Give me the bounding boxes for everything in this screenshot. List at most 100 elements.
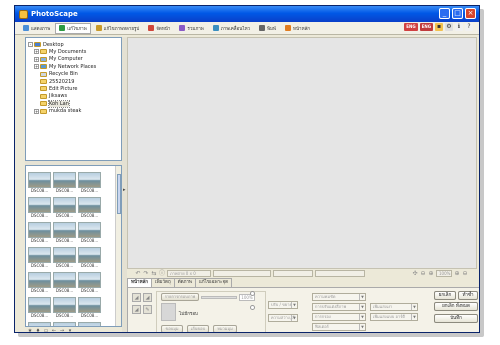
tab-6[interactable]: พิมพ์: [255, 23, 280, 34]
tab-7[interactable]: หน้าหลัก: [281, 23, 314, 34]
thumbnail[interactable]: DSC08...: [28, 172, 51, 193]
thumbnail[interactable]: DSC08...: [53, 272, 76, 293]
image-canvas[interactable]: [127, 37, 477, 269]
sharpen-select[interactable]: ความคมชัด ▼: [312, 293, 366, 301]
lang-badge-2[interactable]: ENG: [419, 23, 433, 31]
brightness-select[interactable]: ความสว่าง, สี ▼: [268, 314, 298, 322]
thumbnail[interactable]: DSC08...: [53, 197, 76, 218]
tree-item[interactable]: Edit Picture: [34, 85, 77, 92]
thumbnail[interactable]: DSC08...: [53, 222, 76, 243]
frame-list-select[interactable]: รายการกรอบภาพ: [161, 293, 199, 301]
tree-item[interactable]: Recycle Bin: [34, 71, 78, 78]
tree-item[interactable]: - Desktop: [28, 41, 64, 48]
folder-icon[interactable]: ▪: [435, 23, 443, 31]
thumbnail[interactable]: DSC08...: [78, 197, 101, 218]
tree-item[interactable]: + mukda steak: [34, 108, 81, 115]
fit-icon[interactable]: ✣: [412, 270, 418, 277]
star-icon[interactable]: ★: [27, 328, 33, 332]
thumbnail[interactable]: DSC08...: [78, 172, 101, 193]
color-adjust-select[interactable]: การปรับแต่งสีภาพ ▼: [312, 303, 366, 311]
zoom-minus-icon[interactable]: ⊖: [462, 270, 468, 277]
tree-item[interactable]: 25520219: [34, 78, 74, 85]
info-icon[interactable]: ℹ: [455, 23, 463, 31]
undo-button[interactable]: ยกเลิก: [434, 291, 456, 300]
round-corner-button[interactable]: หมวมมุม: [213, 325, 237, 332]
pen-icon[interactable]: ◢: [132, 305, 141, 314]
edit-tab-1[interactable]: เพิ่มวัตถุ: [151, 278, 175, 287]
auto-contrast-icon[interactable]: ◢: [143, 293, 152, 302]
tab-1[interactable]: แก้ไขภาพ: [55, 22, 91, 34]
menu-icon[interactable]: ▾: [67, 328, 73, 332]
thumbnail[interactable]: DSC08...: [78, 272, 101, 293]
edit-tab-0[interactable]: หน้าหลัก: [127, 278, 153, 287]
thumbnail[interactable]: DSC08...: [28, 297, 51, 318]
edit-tab-2[interactable]: ตัดภาพ: [173, 278, 196, 287]
zoom-in-icon[interactable]: ⊕: [428, 270, 434, 277]
tab-4[interactable]: รวมภาพ: [175, 23, 207, 34]
collapse-arrow-icon[interactable]: ▸: [123, 187, 126, 193]
thumbnail-panel[interactable]: DSC08... DSC08... DSC08... DSC08... DSC08...…: [25, 165, 122, 327]
lang-badge-1[interactable]: ENG: [404, 23, 418, 31]
thumbnail[interactable]: DSC08...: [28, 272, 51, 293]
tab-3[interactable]: จัดหน้า: [144, 23, 174, 34]
thumbnail[interactable]: DSC08...: [53, 297, 76, 318]
undo-all-button[interactable]: ยกเลิก ทั้งหมด: [434, 302, 478, 311]
zoom-field[interactable]: 100%: [436, 270, 452, 277]
forward-arrow-icon[interactable]: →: [59, 328, 65, 332]
zoom-plus-icon[interactable]: ⊕: [454, 270, 460, 277]
frame-slider[interactable]: [201, 296, 237, 299]
thumbnail[interactable]: DSC08...: [78, 247, 101, 268]
expand-icon[interactable]: +: [34, 64, 39, 70]
shadow-select[interactable]: เพิ่มแสงเงา ▼: [370, 303, 418, 311]
settings-icon[interactable]: ⚙: [445, 23, 453, 31]
folder-open-icon[interactable]: ▭: [43, 328, 49, 332]
brush-icon[interactable]: ✎: [143, 305, 152, 314]
option-radio-1[interactable]: [250, 291, 255, 296]
border-button[interactable]: เส้นขอบ: [187, 325, 209, 332]
option-radio-2[interactable]: [250, 305, 255, 310]
maximize-button[interactable]: □: [452, 8, 463, 19]
tree-item[interactable]: + My Computer: [34, 56, 83, 63]
scroll-thumb[interactable]: [117, 174, 121, 214]
filter-select[interactable]: การกรอง ▼: [312, 313, 366, 321]
help-icon[interactable]: ?: [465, 23, 473, 31]
no-frame-label: ไม่มีกรอบ: [179, 312, 198, 317]
thumbnail[interactable]: DSC08...: [78, 222, 101, 243]
thumbnail[interactable]: DSC08...: [53, 247, 76, 268]
expand-icon[interactable]: +: [34, 108, 39, 114]
tree-item[interactable]: Jiksaws: [34, 93, 67, 100]
light-select[interactable]: เพิ่มแสงแบบ อาร์ตี ▼: [370, 313, 418, 321]
info-circle-icon[interactable]: ⓘ: [159, 270, 165, 277]
resize-select[interactable]: ปรับ / ขยาย ▼: [268, 301, 298, 309]
edit-tab-3[interactable]: แก้ไขเฉพาะจุด: [195, 278, 233, 287]
save-button[interactable]: บันทึก: [434, 314, 478, 323]
effect-select[interactable]: ฟิลเตอร์ ▼: [312, 323, 366, 331]
tab-2[interactable]: แก้ไขภาพหลายรูป: [92, 23, 144, 34]
folder-tree[interactable]: - Desktop + My Documents + My Computer + My Net…: [25, 37, 122, 161]
flip-icon[interactable]: ⇆: [151, 270, 157, 277]
thumbnail-scrollbar[interactable]: [115, 166, 121, 326]
thumbnail[interactable]: DSC08...: [53, 172, 76, 193]
redo-button[interactable]: ทำซ้ำ: [458, 291, 478, 300]
tree-item[interactable]: Koh Lan: [34, 99, 70, 108]
thumbnail[interactable]: DSC08...: [78, 297, 101, 318]
expand-icon[interactable]: +: [34, 49, 39, 55]
expand-icon[interactable]: +: [34, 56, 39, 62]
back-arrow-icon[interactable]: ←: [51, 328, 57, 332]
tab-5[interactable]: ภาพเคลื่อนไหว: [209, 23, 254, 34]
thumbnail[interactable]: DSC08...: [28, 222, 51, 243]
auto-level-icon[interactable]: ◢: [132, 293, 141, 302]
close-button[interactable]: ×: [465, 8, 476, 19]
collapse-icon[interactable]: -: [28, 42, 33, 47]
thumbnail[interactable]: DSC08...: [28, 197, 51, 218]
minimize-button[interactable]: _: [439, 8, 450, 19]
zoom-out-icon[interactable]: ⊖: [420, 270, 426, 277]
tree-item[interactable]: + My Documents: [34, 48, 86, 55]
rotate-right-icon[interactable]: ↷: [143, 270, 149, 277]
tab-0[interactable]: แสดงภาพ: [19, 23, 54, 34]
tag-icon[interactable]: ♦: [35, 328, 41, 332]
thumbnail[interactable]: DSC08...: [28, 247, 51, 268]
tree-item[interactable]: + My Network Places: [34, 63, 96, 70]
corner-button[interactable]: ขอบมุม: [161, 325, 183, 332]
rotate-left-icon[interactable]: ↶: [135, 270, 141, 277]
